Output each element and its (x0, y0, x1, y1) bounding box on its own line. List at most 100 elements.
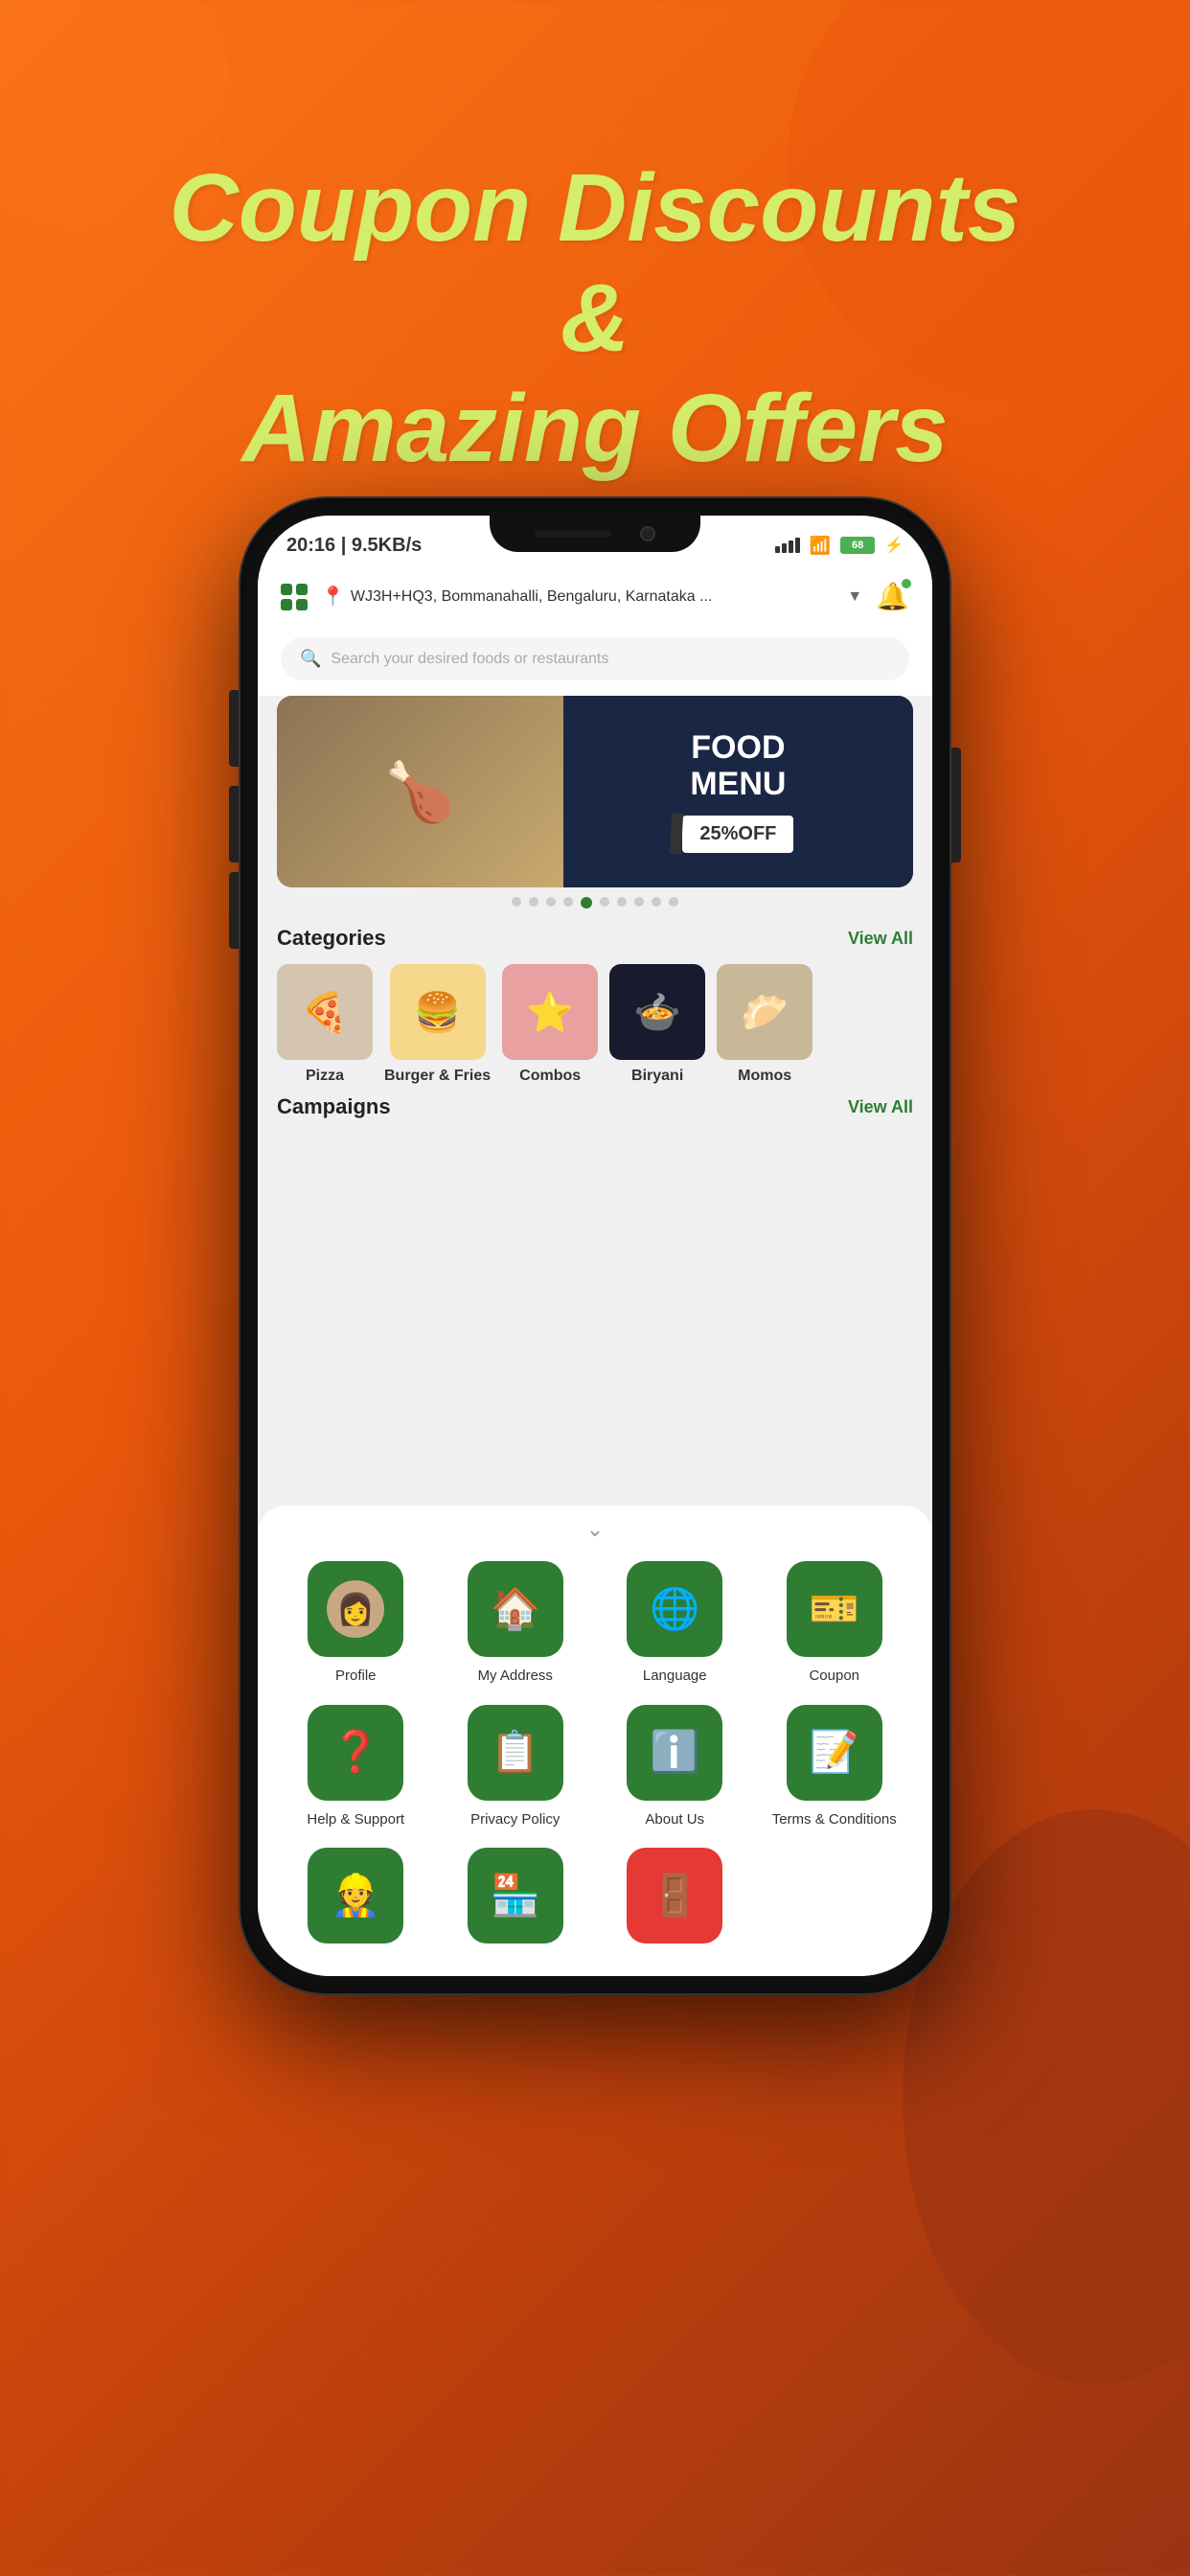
profile-label: Profile (335, 1667, 377, 1686)
category-label: Burger & Fries (384, 1068, 491, 1085)
help-support-icon-box: ❓ (308, 1705, 403, 1801)
banner-dots (258, 897, 932, 908)
menu-item-help-support[interactable]: ❓ Help & Support (281, 1705, 431, 1829)
app-content: 📍 WJ3H+HQ3, Bommanahalli, Bengaluru, Kar… (258, 565, 932, 1976)
battery-icon: 68 (840, 537, 875, 554)
banner-title: FOOD MENU (690, 730, 786, 802)
terms-conditions-icon: 📝 (810, 1729, 859, 1776)
search-icon: 🔍 (300, 649, 321, 669)
menu-item-profile[interactable]: 👩 Profile (281, 1561, 431, 1686)
categories-section: Categories View All 🍕 Pizza 🍔 Burger & F… (258, 916, 932, 1085)
menu-item-privacy-policy[interactable]: 📋 Privacy Policy (441, 1705, 591, 1829)
notification-dot (902, 579, 911, 588)
menu-item-language[interactable]: 🌐 Language (600, 1561, 750, 1686)
bolt-icon: ⚡ (884, 536, 904, 555)
category-image: 🥟 (717, 964, 812, 1060)
search-placeholder: Search your desired foods or restaurants (331, 651, 608, 668)
banner-text-area: FOOD MENU 25%OFF (563, 696, 913, 887)
privacy-policy-label: Privacy Policy (470, 1810, 560, 1829)
search-input-wrap[interactable]: 🔍 Search your desired foods or restauran… (281, 637, 909, 680)
coupon-icon-box: 🎫 (787, 1561, 882, 1657)
location-pin-icon: 📍 (321, 585, 345, 609)
top-bar: 📍 WJ3H+HQ3, Bommanahalli, Bengaluru, Kar… (258, 565, 932, 628)
about-us-icon-box: ℹ️ (627, 1705, 722, 1801)
category-item-momos[interactable]: 🥟 Momos (717, 964, 812, 1085)
sheet-handle[interactable]: ⌄ (281, 1517, 909, 1542)
menu-item-my-address[interactable]: 🏠 My Address (441, 1561, 591, 1686)
notch-camera (640, 526, 655, 541)
menu-grid: 👩 Profile 🏠 My Address 🌐 Language 🎫 Coup… (281, 1561, 909, 1953)
hero-line1: Coupon Discounts (170, 154, 1021, 262)
notch-speaker (535, 530, 611, 538)
menu-item-terms-conditions[interactable]: 📝 Terms & Conditions (760, 1705, 910, 1829)
category-image: 🍔 (390, 964, 486, 1060)
more-1-icon-box: 👷 (308, 1848, 403, 1944)
phone-notch (490, 516, 700, 552)
status-right: 📶 68 ⚡ (775, 536, 904, 556)
phone-mockup: 20:16 | 9.5KB/s 📶 68 ⚡ (240, 498, 950, 1993)
menu-item-more-2[interactable]: 🏪 (441, 1848, 591, 1953)
category-image: 🍕 (277, 964, 373, 1060)
language-icon-box: 🌐 (627, 1561, 722, 1657)
banner-offer: 25%OFF (682, 816, 793, 853)
category-label: Pizza (306, 1068, 344, 1085)
phone-outer: 20:16 | 9.5KB/s 📶 68 ⚡ (240, 498, 950, 1993)
more-1-icon: 👷 (331, 1873, 380, 1920)
categories-view-all[interactable]: View All (848, 929, 913, 949)
language-icon: 🌐 (650, 1586, 699, 1633)
sheet-handle-bar: ⌄ (586, 1517, 604, 1541)
campaigns-view-all[interactable]: View All (848, 1097, 913, 1117)
category-label: Combos (519, 1068, 581, 1085)
privacy-policy-icon-box: 📋 (468, 1705, 563, 1801)
categories-header: Categories View All (277, 926, 913, 951)
terms-conditions-label: Terms & Conditions (772, 1810, 897, 1829)
phone-screen: 20:16 | 9.5KB/s 📶 68 ⚡ (258, 516, 932, 1976)
search-bar-container: 🔍 Search your desired foods or restauran… (258, 628, 932, 696)
wifi-icon: 📶 (810, 536, 831, 556)
location-text: WJ3H+HQ3, Bommanahalli, Bengaluru, Karna… (351, 588, 841, 606)
category-label: Momos (738, 1068, 791, 1085)
campaigns-section: Campaigns View All (258, 1085, 932, 1119)
menu-item-about-us[interactable]: ℹ️ About Us (600, 1705, 750, 1829)
avatar: 👩 (327, 1580, 384, 1638)
menu-item-more-1[interactable]: 👷 (281, 1848, 431, 1953)
my-address-icon: 🏠 (491, 1586, 540, 1633)
language-label: Language (643, 1667, 707, 1686)
menu-item-coupon[interactable]: 🎫 Coupon (760, 1561, 910, 1686)
more-2-icon-box: 🏪 (468, 1848, 563, 1944)
profile-icon-box: 👩 (308, 1561, 403, 1657)
dropdown-arrow-icon: ▼ (847, 588, 862, 606)
my-address-icon-box: 🏠 (468, 1561, 563, 1657)
category-item-combos[interactable]: ⭐ Combos (502, 964, 598, 1085)
coupon-icon: 🎫 (810, 1586, 859, 1633)
help-support-label: Help & Support (307, 1810, 404, 1829)
privacy-policy-icon: 📋 (491, 1729, 540, 1776)
categories-row: 🍕 Pizza 🍔 Burger & Fries ⭐ Combos 🍲 Biry… (277, 964, 913, 1085)
categories-title: Categories (277, 926, 386, 951)
banner-food-image: 🍗 (277, 696, 563, 887)
more-2-icon: 🏪 (491, 1873, 540, 1920)
hero-text: Coupon Discounts & Amazing Offers (0, 153, 1190, 484)
logout-icon: 🚪 (650, 1873, 699, 1920)
coupon-label: Coupon (809, 1667, 859, 1686)
logout-icon-box: 🚪 (627, 1848, 722, 1944)
menu-item-logout[interactable]: 🚪 (600, 1848, 750, 1953)
grid-menu-icon[interactable] (281, 584, 308, 610)
location-row[interactable]: 📍 WJ3H+HQ3, Bommanahalli, Bengaluru, Kar… (321, 585, 862, 609)
about-us-label: About Us (645, 1810, 704, 1829)
campaigns-header: Campaigns View All (277, 1094, 913, 1119)
about-us-icon: ℹ️ (650, 1729, 699, 1776)
category-item-biryani[interactable]: 🍲 Biryani (609, 964, 705, 1085)
category-item-pizza[interactable]: 🍕 Pizza (277, 964, 373, 1085)
category-image: 🍲 (609, 964, 705, 1060)
status-time: 20:16 | 9.5KB/s (286, 535, 422, 557)
campaigns-title: Campaigns (277, 1094, 391, 1119)
category-item-burger-&-fries[interactable]: 🍔 Burger & Fries (384, 964, 491, 1085)
hero-line2: & (561, 264, 629, 372)
category-label: Biryani (631, 1068, 683, 1085)
help-support-icon: ❓ (331, 1729, 380, 1776)
hero-line3: Amazing Offers (241, 375, 948, 482)
bell-button[interactable]: 🔔 (876, 581, 909, 612)
promo-banner[interactable]: 🍗 FOOD MENU 25%OFF (277, 696, 913, 887)
my-address-label: My Address (478, 1667, 553, 1686)
